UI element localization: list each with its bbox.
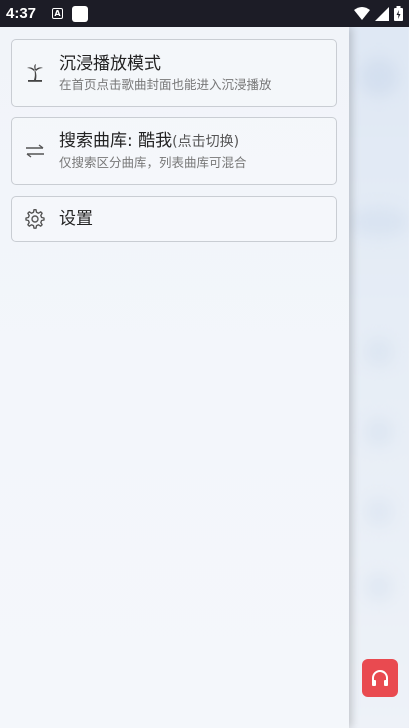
status-right-icons [354, 6, 403, 21]
immersive-play-mode-subtitle: 在首页点击歌曲封面也能进入沉浸播放 [59, 76, 272, 92]
battery-icon [394, 6, 403, 21]
search-library-title-suffix: (点击切换) [172, 134, 240, 150]
immersive-play-mode-item[interactable]: 沉浸播放模式 在首页点击歌曲封面也能进入沉浸播放 [11, 39, 337, 107]
palm-tree-icon [24, 62, 46, 84]
navigation-drawer: 沉浸播放模式 在首页点击歌曲封面也能进入沉浸播放 搜索曲库: 酷我(点击切换) … [0, 27, 349, 728]
status-bar: 4:37 A [0, 0, 409, 27]
gear-icon [24, 208, 46, 230]
swap-icon [24, 140, 46, 162]
settings-title: 设置 [59, 209, 93, 229]
headphones-icon [372, 670, 388, 686]
notification-a-icon: A [52, 8, 64, 19]
wifi-icon [354, 6, 370, 20]
search-library-title: 搜索曲库: 酷我(点击切换) [59, 130, 247, 153]
search-library-title-main: 搜索曲库: 酷我 [59, 131, 173, 151]
immersive-play-mode-title: 沉浸播放模式 [59, 53, 161, 74]
notification-square-icon [72, 5, 89, 22]
background-app [349, 27, 409, 728]
search-library-item[interactable]: 搜索曲库: 酷我(点击切换) 仅搜索区分曲库，列表曲库可混合 [11, 117, 337, 185]
status-time: 4:37 [6, 5, 37, 22]
search-library-subtitle: 仅搜索区分曲库，列表曲库可混合 [59, 155, 247, 170]
settings-item[interactable]: 设置 [11, 196, 337, 242]
signal-icon [375, 6, 389, 21]
floating-action-button[interactable] [362, 659, 398, 697]
